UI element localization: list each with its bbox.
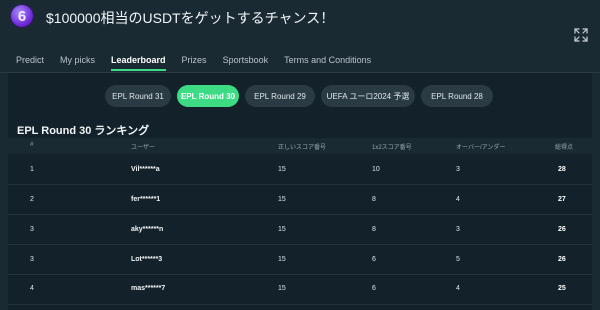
row-total: 27: [558, 196, 566, 203]
row-total: 28: [558, 166, 566, 173]
column-header-rank: #: [30, 142, 34, 148]
tab-sportsbook[interactable]: Sportsbook: [223, 55, 269, 71]
tab-my-picks[interactable]: My picks: [60, 55, 95, 71]
tab-predict[interactable]: Predict: [16, 55, 44, 71]
table-row: [8, 215, 592, 245]
row-correct-score: 15: [278, 285, 286, 292]
row-total: 26: [558, 226, 566, 233]
row-correct-score: 15: [278, 196, 286, 203]
row-over-under: 5: [456, 256, 460, 263]
row-user: Vil******a: [131, 166, 160, 173]
row-rank: 2: [30, 196, 34, 203]
row-user: Lot******3: [131, 256, 163, 263]
row-1x2-score: 6: [372, 285, 376, 292]
table-row: [8, 245, 592, 275]
row-rank: 1: [30, 166, 34, 173]
row-rank: 3: [30, 226, 34, 233]
column-header-user: ユーザー: [131, 145, 155, 151]
row-total: 25: [558, 285, 566, 292]
row-rank: 3: [30, 256, 34, 263]
row-1x2-score: 6: [372, 256, 376, 263]
leaderboard-title: EPL Round 30 ランキング: [17, 125, 150, 137]
row-total: 26: [558, 256, 566, 263]
round-selector: EPL Round 31 EPL Round 30 EPL Round 29 U…: [105, 85, 499, 107]
row-over-under: 4: [456, 285, 460, 292]
row-1x2-score: 8: [372, 226, 376, 233]
row-1x2-score: 8: [372, 196, 376, 203]
tab-leaderboard[interactable]: Leaderboard: [111, 55, 166, 71]
row-1x2-score: 10: [372, 166, 380, 173]
column-header-1x2-score: 1x2スコア番号: [372, 145, 412, 151]
table-row: [8, 185, 592, 215]
row-rank: 4: [30, 285, 34, 292]
row-over-under: 3: [456, 226, 460, 233]
page-title: $100000相当のUSDTをゲットするチャンス！: [46, 10, 335, 26]
row-user: aky******n: [131, 226, 164, 233]
round-pill-epl-31[interactable]: EPL Round 31: [105, 85, 171, 107]
round-pill-epl-28[interactable]: EPL Round 28: [421, 85, 493, 107]
round-pill-uefa-euro-2024[interactable]: UEFA ユーロ2024 予選: [321, 85, 415, 107]
tab-prizes[interactable]: Prizes: [182, 55, 207, 71]
round-pill-epl-30[interactable]: EPL Round 30: [177, 85, 239, 107]
tab-terms-and-conditions[interactable]: Terms and Conditions: [284, 55, 371, 71]
table-row: [8, 275, 592, 305]
column-header-over-under: オーバー/アンダー: [456, 145, 506, 151]
expand-icon[interactable]: [574, 28, 588, 42]
round-pill-epl-29[interactable]: EPL Round 29: [245, 85, 315, 107]
row-correct-score: 15: [278, 166, 286, 173]
row-correct-score: 15: [278, 226, 286, 233]
column-header-total: 総得点: [555, 145, 574, 151]
row-user: fer******1: [131, 196, 161, 203]
row-user: mas******7: [131, 285, 166, 292]
row-correct-score: 15: [278, 256, 286, 263]
row-over-under: 4: [456, 196, 460, 203]
app-logo-icon: 6: [10, 4, 34, 28]
main-tabs: Predict My picks Leaderboard Prizes Spor…: [16, 55, 387, 71]
column-header-correct-score: 正しいスコア番号: [278, 145, 327, 151]
table-row: [8, 155, 592, 185]
row-over-under: 3: [456, 166, 460, 173]
